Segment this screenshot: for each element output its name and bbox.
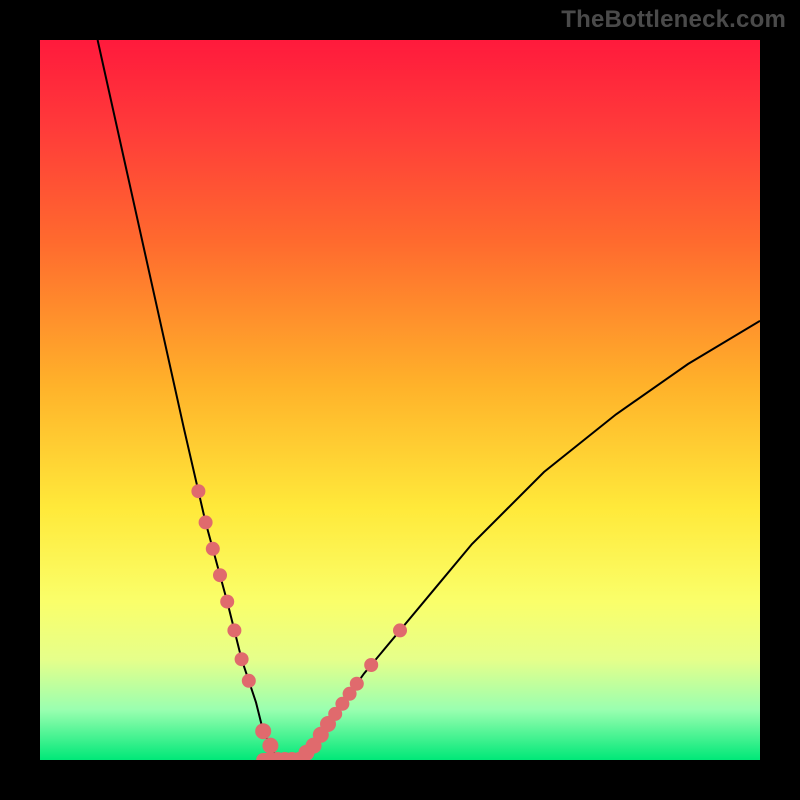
highlight-point (242, 674, 256, 688)
highlight-point (227, 623, 241, 637)
highlight-point (291, 752, 307, 760)
bottleneck-curve (98, 40, 760, 760)
highlight-point (255, 723, 271, 739)
highlight-point (298, 745, 314, 760)
curve-svg (40, 40, 760, 760)
highlight-point (199, 515, 213, 529)
highlight-point (320, 716, 336, 732)
highlight-point (235, 652, 249, 666)
highlight-point (191, 484, 205, 498)
highlight-point (393, 623, 407, 637)
highlight-point (206, 542, 220, 556)
highlight-point (313, 727, 329, 743)
highlight-point (270, 752, 286, 760)
plot-area (40, 40, 760, 760)
highlight-point (335, 697, 349, 711)
highlight-point (213, 568, 227, 582)
highlight-point (277, 752, 293, 760)
highlight-point (364, 658, 378, 672)
highlight-point (306, 738, 322, 754)
highlight-point (284, 752, 300, 760)
highlight-point (262, 738, 278, 754)
highlight-point (350, 677, 364, 691)
highlight-point (343, 687, 357, 701)
highlight-points (191, 484, 407, 760)
highlight-point (220, 595, 234, 609)
watermark-text: TheBottleneck.com (561, 6, 786, 34)
chart-frame: TheBottleneck.com (0, 0, 800, 800)
highlight-point (328, 707, 342, 721)
